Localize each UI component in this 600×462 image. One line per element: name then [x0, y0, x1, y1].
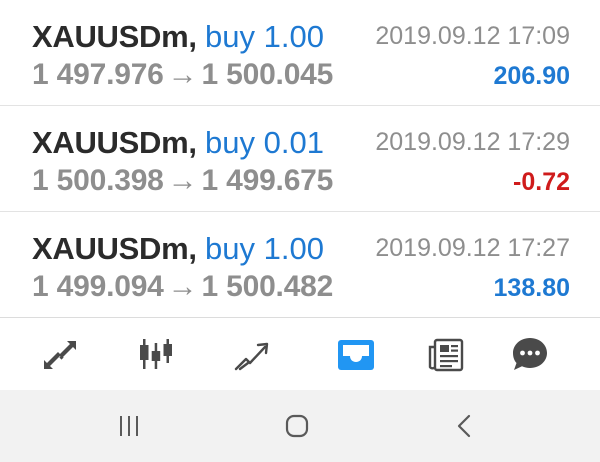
back-icon: [457, 414, 471, 438]
tab-news[interactable]: [416, 320, 476, 390]
tab-quotes[interactable]: [30, 320, 90, 390]
trade-profit: -0.72: [513, 168, 570, 196]
trade-profit: 206.90: [493, 62, 570, 90]
open-price: 1 497.976: [32, 58, 164, 91]
trade-row[interactable]: XAUUSDm, buy 1.00 2019.09.12 17:27 1 499.…: [0, 212, 600, 318]
close-price: 1 500.482: [201, 270, 334, 303]
arrow-right-icon: →: [167, 58, 198, 91]
bottom-tab-bar: [0, 320, 600, 390]
trade-prices: 1 500.398 → 1 499.675: [32, 164, 333, 198]
tab-history[interactable]: [326, 320, 386, 390]
quotes-arrows-icon: [44, 341, 76, 369]
tab-chart[interactable]: [126, 320, 186, 390]
trade-symbol: XAUUSDm: [32, 19, 189, 54]
trade-profit: 138.80: [493, 274, 570, 302]
news-icon: [428, 338, 464, 372]
arrow-right-icon: →: [167, 270, 198, 303]
trade-symbol: XAUUSDm: [32, 231, 189, 266]
close-price: 1 499.675: [201, 164, 334, 197]
open-price: 1 499.094: [32, 270, 164, 303]
home-button[interactable]: [272, 408, 322, 444]
home-icon: [285, 414, 309, 438]
recent-apps-icon: [120, 416, 138, 436]
trade-prices: 1 497.976 → 1 500.045: [32, 58, 333, 92]
trade-history-list: XAUUSDm, buy 1.00 2019.09.12 17:09 1 497.…: [0, 0, 600, 318]
system-nav-bar: [0, 390, 600, 462]
back-button[interactable]: [440, 408, 490, 444]
tab-chat[interactable]: [500, 320, 560, 390]
trade-header: XAUUSDm, buy 1.00: [32, 232, 324, 266]
tab-trade[interactable]: [222, 320, 282, 390]
candlestick-chart-icon: [140, 339, 172, 369]
chat-icon: [513, 338, 547, 370]
trade-row[interactable]: XAUUSDm, buy 0.01 2019.09.12 17:29 1 500.…: [0, 106, 600, 212]
trade-time: 2019.09.12 17:09: [375, 22, 570, 50]
trade-time: 2019.09.12 17:29: [375, 128, 570, 156]
trade-row[interactable]: XAUUSDm, buy 1.00 2019.09.12 17:09 1 497.…: [0, 0, 600, 106]
separator: ,: [188, 19, 197, 54]
trade-time: 2019.09.12 17:27: [375, 234, 570, 262]
trade-action: buy 0.01: [205, 125, 324, 160]
close-price: 1 500.045: [201, 58, 334, 91]
trade-symbol: XAUUSDm: [32, 125, 189, 160]
trade-action: buy 1.00: [205, 19, 324, 54]
trade-header: XAUUSDm, buy 1.00: [32, 20, 324, 54]
trade-action: buy 1.00: [205, 231, 324, 266]
arrow-right-icon: →: [167, 164, 198, 197]
trade-prices: 1 499.094 → 1 500.482: [32, 270, 333, 304]
trade-header: XAUUSDm, buy 0.01: [32, 126, 324, 160]
open-price: 1 500.398: [32, 164, 164, 197]
separator: ,: [188, 231, 197, 266]
separator: ,: [188, 125, 197, 160]
history-inbox-icon: [338, 340, 374, 370]
trade-trend-icon: [234, 342, 269, 371]
recent-apps-button[interactable]: [104, 408, 154, 444]
